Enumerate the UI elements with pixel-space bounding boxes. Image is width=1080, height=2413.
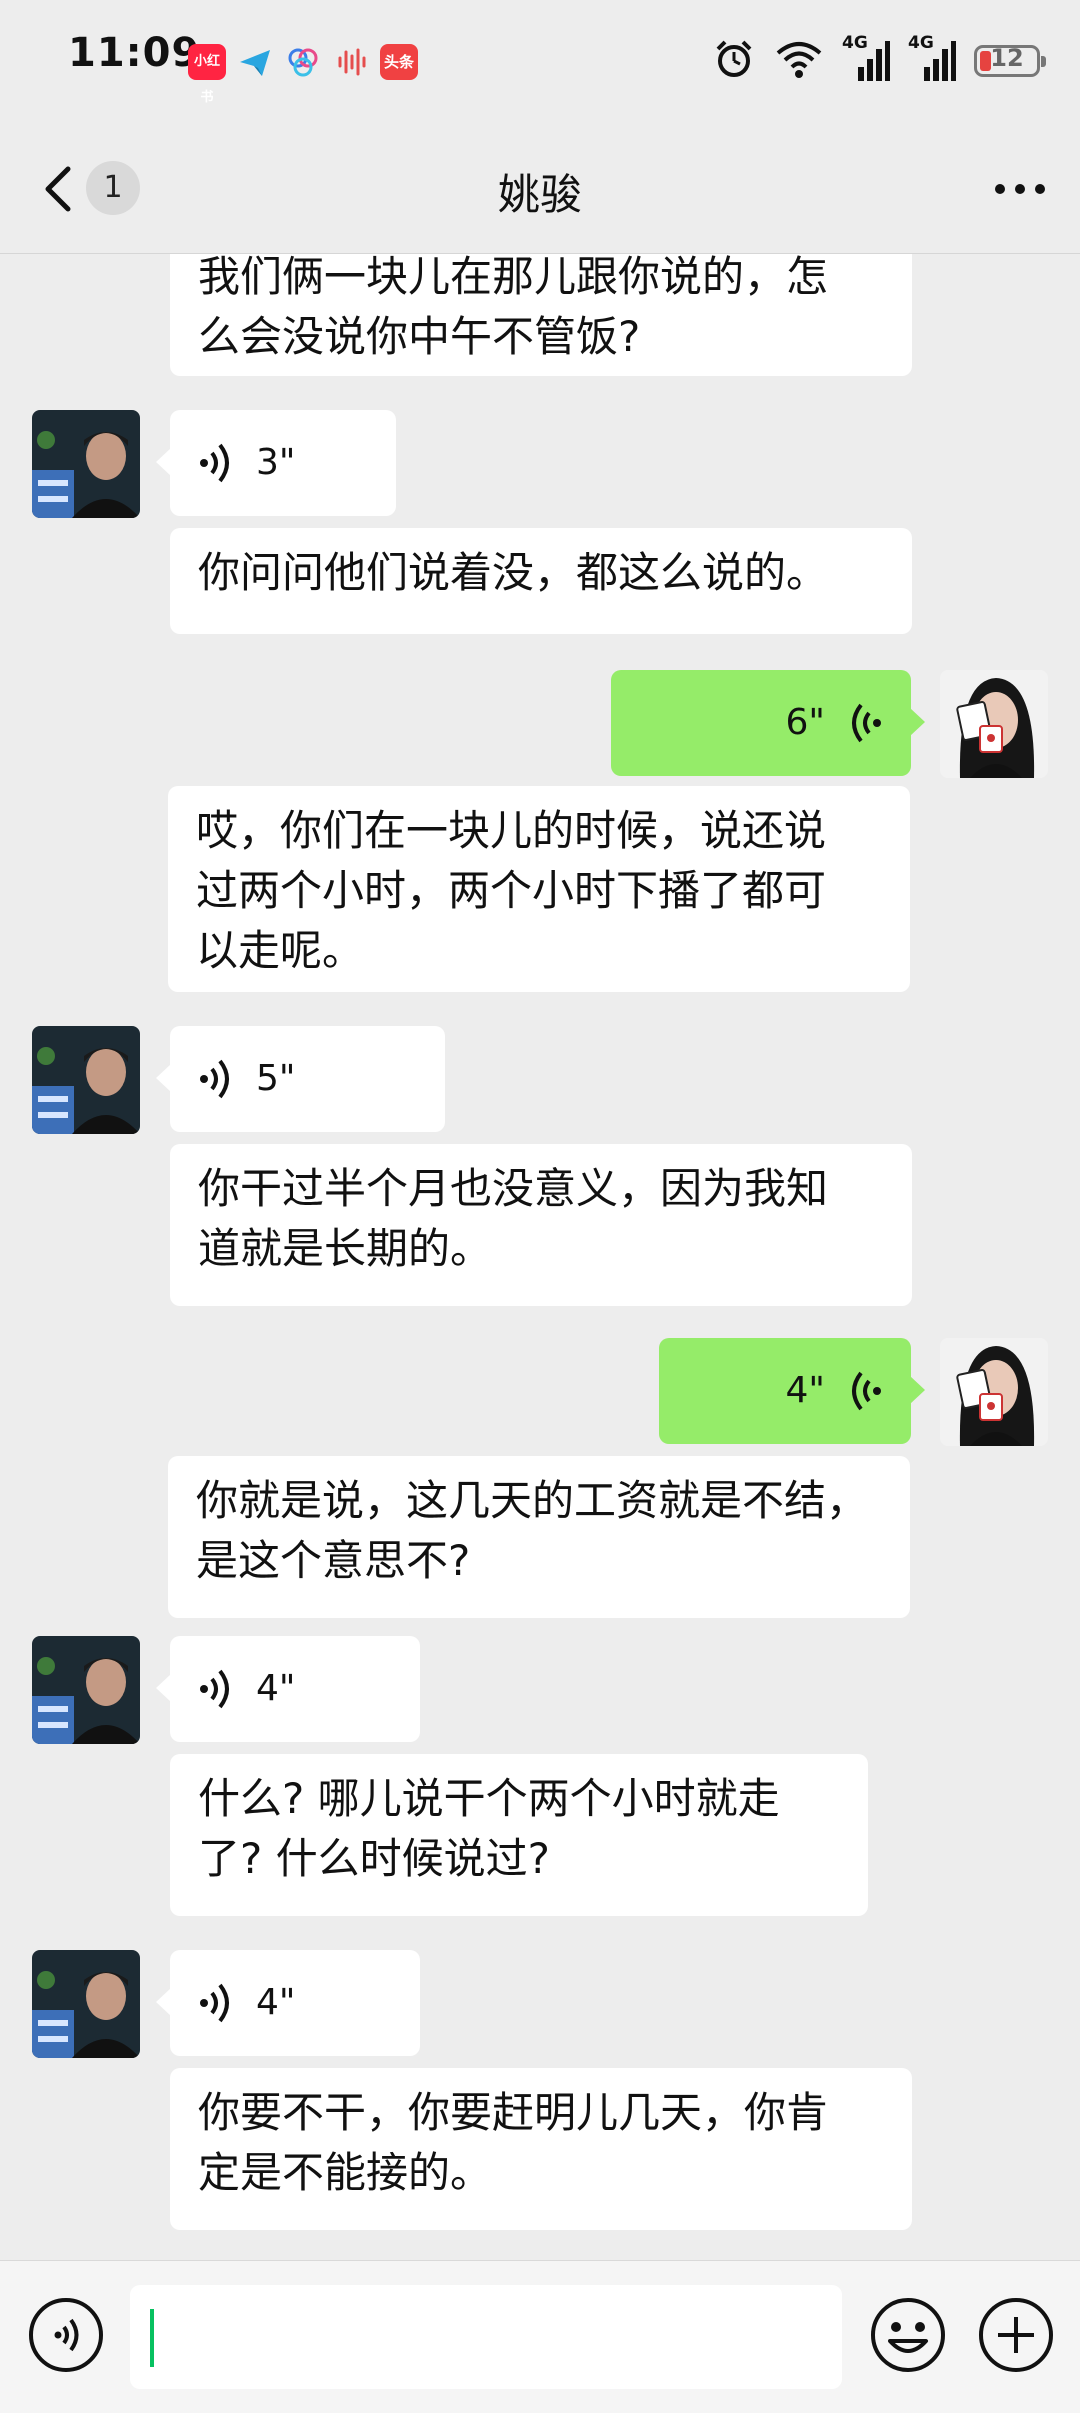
message-input[interactable] — [130, 2285, 842, 2389]
contact-photo — [32, 1950, 140, 2058]
more-options-button[interactable] — [990, 161, 1050, 217]
input-bar — [0, 2260, 1080, 2413]
chat-title: 姚骏 — [497, 170, 582, 219]
xiaohongshu-notification-icon: 小红书 — [188, 44, 226, 105]
message-line: 你要不干，你要赶明儿几天，你肯 — [198, 2088, 829, 2137]
voice-wave-icon — [200, 1059, 229, 1099]
voice-duration: 4" — [785, 1370, 825, 1411]
emoji-icon — [871, 2298, 945, 2372]
message-line: 我们俩一块儿在那儿跟你说的，怎 — [198, 254, 829, 301]
emoji-button[interactable] — [868, 2295, 948, 2375]
message-list[interactable]: 我们俩一块儿在那儿跟你说的，怎 么会没说你中午不管饭? 3" 你问问他们说着没，… — [0, 254, 1080, 2252]
voice-duration: 5" — [256, 1058, 296, 1099]
contact-photo — [32, 410, 140, 518]
app-notification-icon — [284, 44, 322, 80]
voice-duration: 3" — [256, 442, 296, 483]
contact-avatar[interactable] — [32, 410, 140, 518]
more-functions-button[interactable] — [976, 2295, 1056, 2375]
telegram-notification-icon — [236, 44, 274, 80]
voice-duration: 4" — [256, 1982, 296, 2023]
message-bubble[interactable]: 你干过半个月也没意义，因为我知 道就是长期的。 — [170, 1144, 912, 1306]
message-line: 么会没说你中午不管饭? — [198, 312, 641, 361]
voice-message[interactable]: 6" — [611, 670, 925, 776]
contact-avatar[interactable] — [32, 1026, 140, 1134]
voice-wave-icon — [200, 1983, 229, 2023]
voice-wave-icon — [200, 1669, 229, 1709]
voice-wave-icon — [852, 1371, 881, 1411]
text-caret — [150, 2309, 154, 2367]
voice-duration: 6" — [785, 702, 825, 743]
voice-message[interactable]: 4" — [156, 1950, 420, 2056]
voice-mode-icon — [29, 2298, 103, 2372]
battery-icon: 12 — [974, 44, 1046, 77]
chat-header: 1 姚骏 — [0, 125, 1080, 254]
more-dots-icon — [995, 184, 1045, 194]
my-photo — [940, 670, 1048, 778]
message-line: 你干过半个月也没意义，因为我知 — [198, 1164, 829, 1213]
message-line: 哎，你们在一块儿的时候，说还说 — [196, 806, 827, 855]
message-line: 你问问他们说着没，都这么说的。 — [198, 548, 829, 597]
message-line: 过两个小时，两个小时下播了都可 — [196, 866, 827, 915]
voice-wave-icon — [852, 703, 881, 743]
voice-recorder-notification-icon — [332, 44, 370, 80]
signal-icon-1: 4G — [842, 33, 890, 83]
message-bubble[interactable]: 哎，你们在一块儿的时候，说还说 过两个小时，两个小时下播了都可 以走呢。 — [168, 786, 910, 992]
status-time: 11:09 — [68, 30, 201, 76]
my-avatar[interactable] — [940, 670, 1048, 778]
status-bar: 11:09 小红书 头条 4G 4G 12 — [0, 0, 1080, 125]
message-line: 你就是说，这几天的工资就是不结， — [196, 1476, 869, 1525]
battery-level: 12 — [990, 44, 1024, 72]
signal-icon-2: 4G — [908, 33, 956, 83]
toutiao-notification-icon: 头条 — [380, 44, 418, 80]
message-line: 是这个意思不? — [196, 1536, 471, 1585]
message-line: 以走呢。 — [196, 926, 365, 975]
message-bubble[interactable]: 什么? 哪儿说干个两个小时就走 了? 什么时候说过? — [170, 1754, 868, 1916]
voice-message[interactable]: 4" — [156, 1636, 420, 1742]
plus-circle-icon — [979, 2298, 1053, 2372]
voice-input-button[interactable] — [26, 2295, 106, 2375]
voice-message[interactable]: 4" — [659, 1338, 925, 1444]
message-line: 道就是长期的。 — [198, 1224, 493, 1273]
voice-wave-icon — [200, 443, 229, 483]
contact-photo — [32, 1026, 140, 1134]
contact-avatar[interactable] — [32, 1950, 140, 2058]
voice-message[interactable]: 3" — [156, 410, 396, 516]
message-bubble[interactable]: 我们俩一块儿在那儿跟你说的，怎 么会没说你中午不管饭? — [170, 254, 912, 376]
my-avatar[interactable] — [940, 1338, 1048, 1446]
wifi-icon — [774, 39, 824, 83]
message-line: 什么? 哪儿说干个两个小时就走 — [198, 1774, 780, 1823]
message-bubble[interactable]: 你要不干，你要赶明儿几天，你肯 定是不能接的。 — [170, 2068, 912, 2230]
voice-duration: 4" — [256, 1668, 296, 1709]
contact-avatar[interactable] — [32, 1636, 140, 1744]
my-photo — [940, 1338, 1048, 1446]
alarm-icon — [712, 37, 756, 85]
message-line: 定是不能接的。 — [198, 2148, 493, 2197]
message-bubble[interactable]: 你问问他们说着没，都这么说的。 — [170, 528, 912, 634]
voice-message[interactable]: 5" — [156, 1026, 445, 1132]
contact-photo — [32, 1636, 140, 1744]
message-bubble[interactable]: 你就是说，这几天的工资就是不结， 是这个意思不? — [168, 1456, 910, 1618]
message-line: 了? 什么时候说过? — [198, 1834, 550, 1883]
